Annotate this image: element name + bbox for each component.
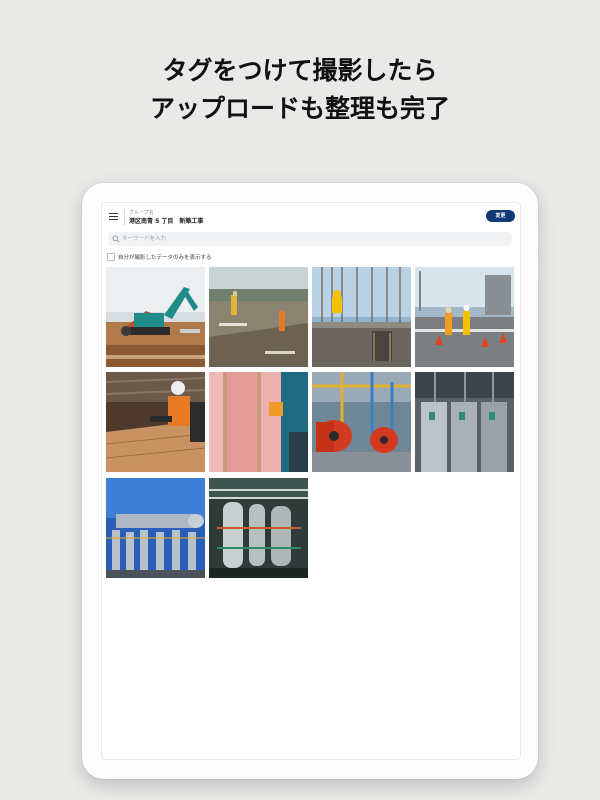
tablet-side-button — [538, 258, 541, 280]
search-icon — [112, 235, 120, 243]
photo-tile[interactable] — [209, 478, 308, 578]
menu-icon[interactable] — [109, 213, 118, 221]
headline-line-1: タグをつけて撮影したら — [162, 56, 438, 85]
photo-water-tanks — [106, 478, 205, 578]
headline-line-2: アップロードも整理も完了 — [149, 94, 450, 123]
photo-tile[interactable] — [106, 267, 205, 367]
own-photos-label: 自分が撮影したデータのみを表示する — [118, 255, 212, 261]
headline: タグをつけて撮影したら アップロードも整理も完了 — [0, 52, 600, 128]
tablet-frame: グループ名 港区南青 5 丁目 新築工事 変更 自分が撮影したデータのみを表示す… — [82, 183, 538, 779]
own-photos-checkbox[interactable] — [107, 253, 115, 261]
photo-site-survey — [209, 267, 308, 367]
photo-excavator — [106, 267, 205, 367]
photo-rebar-worker — [312, 267, 411, 367]
photo-insulation — [209, 372, 308, 472]
header-divider — [124, 209, 125, 225]
group-name: 港区南青 5 丁目 新築工事 — [129, 218, 204, 225]
photo-tile[interactable] — [209, 372, 308, 472]
photo-tile[interactable] — [209, 267, 308, 367]
photo-tile[interactable] — [106, 478, 205, 578]
app-screen: グループ名 港区南青 5 丁目 新築工事 変更 自分が撮影したデータのみを表示す… — [101, 202, 521, 760]
app-bar: グループ名 港区南青 5 丁目 新築工事 変更 — [102, 203, 520, 231]
photo-tile[interactable] — [312, 267, 411, 367]
search-input[interactable] — [122, 232, 502, 246]
photo-carpenter — [106, 372, 205, 472]
search-bar[interactable] — [108, 232, 512, 246]
tablet-side-button — [538, 226, 541, 248]
photo-red-boilers — [312, 372, 411, 472]
photo-pipe-plant — [209, 478, 308, 578]
group-label: グループ名 — [129, 210, 154, 216]
change-group-button[interactable]: 変更 — [486, 210, 515, 222]
photo-gray-heaters — [415, 372, 514, 472]
photo-tile[interactable] — [415, 372, 514, 472]
photo-tile[interactable] — [312, 372, 411, 472]
photo-tile[interactable] — [415, 267, 514, 367]
photo-street-crew — [415, 267, 514, 367]
photo-tile[interactable] — [106, 372, 205, 472]
